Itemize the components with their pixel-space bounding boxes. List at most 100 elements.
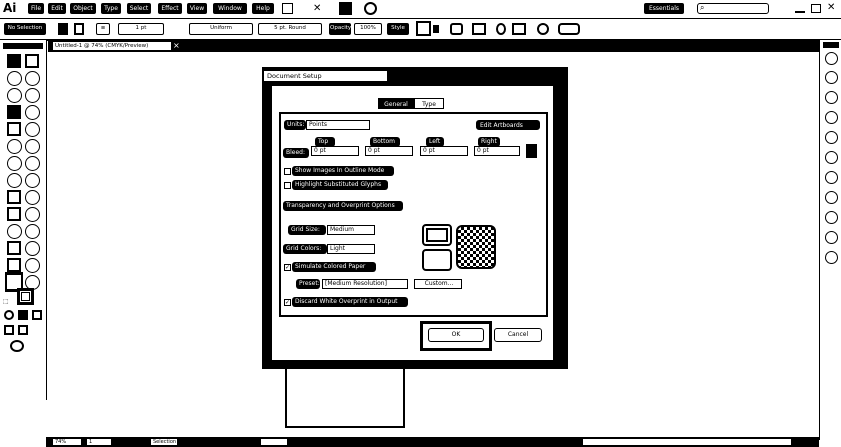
pen-tool-icon[interactable]: [7, 88, 22, 103]
gradient-mode-icon[interactable]: [18, 310, 28, 320]
swatches-panel-icon[interactable]: [825, 91, 838, 104]
horizontal-scrollbar[interactable]: [582, 438, 792, 446]
brushes-panel-icon[interactable]: [825, 111, 838, 124]
menu-edit[interactable]: Edit: [48, 3, 66, 14]
symbol-sprayer-tool-icon[interactable]: [25, 241, 40, 256]
menu-window[interactable]: Window: [213, 3, 247, 14]
brush-definition[interactable]: 5 pt. Round: [258, 23, 322, 35]
bleed-right-field[interactable]: 0 pt: [474, 146, 520, 156]
none-mode-icon[interactable]: [32, 310, 42, 320]
link-bleed-icon[interactable]: [526, 144, 537, 158]
arrange-documents-icon[interactable]: [339, 2, 352, 15]
column-graph-tool-icon[interactable]: [7, 258, 21, 272]
document-tab[interactable]: Untitled-1 @ 74% (CMYK/Preview): [52, 41, 172, 51]
free-transform-tool-icon[interactable]: [7, 190, 21, 204]
align-icon[interactable]: [496, 23, 506, 35]
preset-dropdown[interactable]: [Medium Resolution]: [322, 279, 408, 289]
search-field[interactable]: ⌕: [697, 3, 769, 14]
grid-size-dropdown[interactable]: Medium: [327, 225, 375, 235]
blend-tool-icon[interactable]: [7, 241, 21, 255]
menu-select[interactable]: Select: [127, 3, 151, 14]
preferences-icon[interactable]: [472, 23, 486, 35]
artboard-navigator[interactable]: 1: [86, 438, 112, 446]
grid-color-dark-swatch[interactable]: [422, 249, 452, 271]
zoom-field[interactable]: 74%: [52, 438, 82, 446]
rotate-tool-icon[interactable]: [25, 156, 40, 171]
eraser-tool-icon[interactable]: [7, 156, 22, 171]
default-colors-icon[interactable]: ⬚: [3, 298, 11, 306]
width-tool-icon[interactable]: [25, 173, 40, 188]
bridge-icon[interactable]: [282, 3, 293, 14]
edit-artboards-button[interactable]: Edit Artboards: [476, 120, 540, 130]
perspective-grid-tool-icon[interactable]: [7, 207, 21, 221]
document-setup-icon[interactable]: [450, 23, 463, 35]
align-panel-icon[interactable]: [825, 231, 838, 244]
workspace-switcher[interactable]: Essentials: [644, 3, 684, 14]
menu-view[interactable]: View: [187, 3, 207, 14]
shape-builder-tool-icon[interactable]: [25, 190, 40, 205]
color-guide-icon[interactable]: [825, 71, 838, 84]
style-label[interactable]: Style: [387, 23, 409, 35]
gradient-tool-icon[interactable]: [7, 224, 22, 239]
artboard-tool-icon[interactable]: [25, 258, 40, 273]
bleed-bottom-field[interactable]: 0 pt: [365, 146, 413, 156]
type-tool-icon[interactable]: [7, 105, 21, 119]
draw-normal-icon[interactable]: [4, 325, 14, 335]
stroke-label[interactable]: ≡: [96, 23, 110, 35]
rectangle-tool-icon[interactable]: [7, 122, 21, 136]
stroke-panel-icon[interactable]: [825, 191, 838, 204]
simulate-paper-checkbox[interactable]: ✓: [284, 264, 291, 271]
draw-behind-icon[interactable]: [18, 325, 28, 335]
opacity-field[interactable]: 100%: [354, 23, 382, 35]
panel-menu-icon[interactable]: [558, 23, 580, 35]
menu-file[interactable]: File: [28, 3, 44, 14]
appearance-panel-icon[interactable]: [825, 171, 838, 184]
grid-colors-dropdown[interactable]: Light: [327, 244, 375, 254]
window-close-icon[interactable]: ✕: [827, 2, 837, 14]
menu-object[interactable]: Object: [70, 3, 96, 14]
recolor-icon[interactable]: [537, 23, 549, 35]
menu-type[interactable]: Type: [101, 3, 121, 14]
bleed-left-field[interactable]: 0 pt: [420, 146, 468, 156]
color-panel-icon[interactable]: [825, 52, 838, 65]
color-mode-icon[interactable]: [4, 310, 14, 320]
custom-button[interactable]: Custom...: [414, 279, 462, 289]
screen-mode-icon[interactable]: [10, 340, 24, 352]
tab-general[interactable]: General: [378, 98, 414, 109]
units-dropdown[interactable]: Points: [306, 120, 370, 130]
status-mode[interactable]: Selection: [150, 438, 178, 446]
sync-icon[interactable]: [364, 2, 377, 15]
discard-white-checkbox[interactable]: ✓: [284, 299, 291, 306]
lasso-tool-icon[interactable]: [25, 71, 40, 86]
stroke-weight-field[interactable]: 1 pt: [118, 23, 164, 35]
selection-tool-icon[interactable]: [7, 54, 21, 68]
mesh-tool-icon[interactable]: [25, 207, 40, 222]
bleed-top-field[interactable]: 0 pt: [311, 146, 359, 156]
opacity-label[interactable]: Opacity: [329, 23, 351, 35]
direct-selection-tool-icon[interactable]: [25, 54, 39, 68]
shaper-tool-icon[interactable]: [7, 139, 22, 154]
curvature-tool-icon[interactable]: [25, 88, 40, 103]
stroke-swatch[interactable]: [74, 23, 84, 35]
ok-button[interactable]: OK: [428, 328, 484, 342]
magic-wand-tool-icon[interactable]: [7, 71, 22, 86]
graphic-style-swatch[interactable]: [416, 21, 431, 36]
minimize-icon[interactable]: [795, 4, 805, 13]
layers-panel-icon[interactable]: [825, 251, 838, 264]
tab-type[interactable]: Type: [414, 98, 444, 109]
line-tool-icon[interactable]: [25, 105, 40, 120]
eyedropper-tool-icon[interactable]: [25, 224, 40, 239]
pencil-tool-icon[interactable]: [25, 139, 40, 154]
tab-close-icon[interactable]: ×: [173, 41, 181, 51]
graphic-styles-icon[interactable]: [825, 151, 838, 164]
show-images-outline-checkbox[interactable]: [284, 168, 291, 175]
menu-effect[interactable]: Effect: [158, 3, 182, 14]
paintbrush-tool-icon[interactable]: [25, 122, 40, 137]
highlight-glyphs-checkbox[interactable]: [284, 182, 291, 189]
status-scroll-left[interactable]: [260, 438, 288, 446]
cancel-button[interactable]: Cancel: [494, 328, 542, 342]
maximize-icon[interactable]: [811, 4, 821, 13]
scale-tool-icon[interactable]: [7, 173, 22, 188]
variable-width-profile[interactable]: Uniform: [189, 23, 253, 35]
chevron-down-icon[interactable]: [433, 25, 439, 33]
